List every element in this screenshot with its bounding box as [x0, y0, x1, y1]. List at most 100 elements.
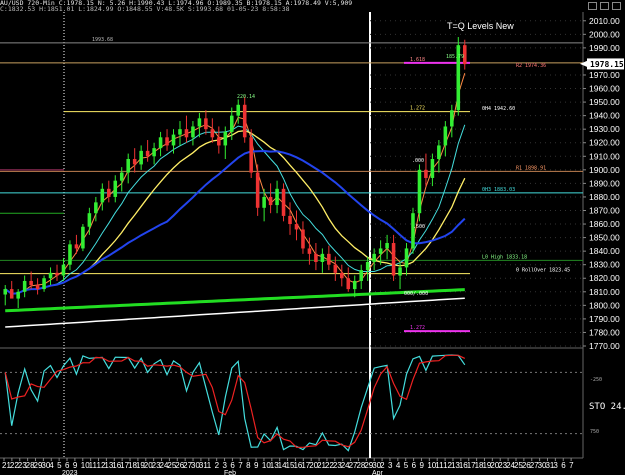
candle-body — [275, 188, 279, 206]
time-tick-label: 6 — [561, 461, 566, 470]
level-label: L0 High 1833.18 — [482, 254, 527, 260]
time-tick-label: 3 — [388, 461, 393, 470]
price-tick-label: 1900.00 — [589, 165, 620, 175]
candle-body — [107, 188, 111, 197]
candle-body — [314, 253, 318, 262]
candle-body — [307, 248, 312, 254]
candle-body — [294, 224, 299, 230]
candle-body — [404, 248, 409, 268]
candle-body — [385, 243, 389, 249]
price-tick-label: 1990.00 — [589, 43, 620, 53]
current-price-label: 1978.15 — [590, 60, 624, 69]
minimize-icon[interactable] — [588, 2, 597, 10]
candle-body — [35, 285, 40, 290]
price-tick-label: 1940.00 — [589, 111, 620, 121]
price-tick-label: 1810.00 — [589, 287, 620, 297]
price-tick-label: 2000.00 — [589, 29, 620, 39]
candle-body — [119, 172, 124, 181]
peak-annotation-1: 220.14 — [237, 94, 255, 100]
price-tick-label: 1880.00 — [589, 192, 620, 202]
candle-body — [81, 226, 85, 249]
price-tick-label: 1910.00 — [589, 151, 620, 161]
level-label: 1.272 — [410, 106, 425, 112]
candle-body — [223, 131, 228, 146]
sto-level-lower: 750 — [590, 429, 599, 435]
fib-mark-500: .500 — [413, 224, 425, 230]
candle-body — [281, 188, 286, 216]
level-label: 1.272 — [410, 325, 425, 331]
candle-body — [9, 289, 14, 299]
candle-body — [184, 129, 189, 138]
candle-body — [178, 129, 182, 135]
candle-body — [55, 272, 59, 276]
time-tick-label: 4 — [396, 461, 401, 470]
time-month-label: 2023 — [62, 470, 78, 475]
price-tick-label: 1950.00 — [589, 97, 620, 107]
price-tick-label: 1840.00 — [589, 246, 620, 256]
candle-body — [398, 267, 402, 276]
time-month-label: Apr — [372, 470, 384, 475]
sto-level-upper: -250 — [590, 377, 602, 383]
study-title: T=Q Levels New — [447, 21, 514, 31]
price-tick-label: 1820.00 — [589, 273, 620, 283]
level-label: 0H4 1942.60 — [482, 106, 515, 112]
time-tick-label: 1 — [207, 461, 212, 470]
time-tick-label: 6 — [65, 461, 70, 470]
time-tick-label: 7 — [569, 461, 574, 470]
level-label: R1 1898.91 — [516, 165, 546, 171]
window-controls[interactable] — [588, 2, 621, 10]
candle-body — [437, 145, 441, 159]
candle-body — [365, 261, 370, 271]
candle-body — [210, 129, 215, 138]
close-icon[interactable] — [612, 2, 621, 10]
peak-annotation-2: 185.79 — [446, 54, 464, 60]
candle-body — [346, 278, 351, 290]
candle-body — [204, 118, 208, 130]
price-tick-label: 1970.00 — [589, 70, 620, 80]
candle-body — [87, 213, 92, 227]
symbol-subheader-line: C:1832.53 H:1851.01 L:1824.99 O:1848.55 … — [0, 5, 290, 13]
candle-body — [74, 244, 79, 249]
level-label: 1993.68 — [92, 37, 113, 43]
candle-body — [152, 148, 156, 157]
candle-body — [411, 213, 415, 249]
candle-body — [132, 158, 137, 165]
candle-body — [417, 169, 422, 214]
candle-body — [249, 137, 253, 173]
chart-canvas[interactable]: 1993.681.618R2 1974.361.272 0H4 1942.60R1… — [0, 0, 625, 475]
candle-body — [48, 272, 53, 279]
time-tick-label: 9 — [254, 461, 259, 470]
time-tick-label: 2 — [380, 461, 385, 470]
candle-body — [29, 280, 33, 286]
symbol-header: AU/USD 720-Min C:1978.15 N: 5.26 H:1990.… — [0, 0, 560, 12]
fib-mark-000: .000 — [412, 158, 424, 164]
price-tick-label: 1920.00 — [589, 138, 620, 148]
time-tick-label: 7 — [238, 461, 243, 470]
candle-body — [443, 126, 448, 146]
price-tick-label: 1960.00 — [589, 84, 620, 94]
candle-body — [94, 202, 98, 214]
price-tick-label: 1780.00 — [589, 327, 620, 337]
price-tick-label: 1890.00 — [589, 178, 620, 188]
time-tick-label: 6 — [412, 461, 417, 470]
candle-body — [197, 118, 202, 127]
price-tick-label: 1860.00 — [589, 219, 620, 229]
candle-body — [327, 253, 331, 265]
candle-body — [16, 291, 20, 299]
time-tick-label: 3 — [223, 461, 228, 470]
candle-body — [424, 169, 428, 178]
candle-body — [61, 264, 66, 276]
time-tick-label: 9 — [73, 461, 78, 470]
candle-body — [430, 158, 435, 178]
maximize-icon[interactable] — [600, 2, 609, 10]
candle-body — [255, 172, 260, 208]
price-tick-label: 1930.00 — [589, 124, 620, 134]
time-month-label: Feb — [224, 470, 236, 475]
time-tick-label: 6 — [230, 461, 235, 470]
candle-body — [126, 158, 130, 173]
candle-body — [68, 244, 72, 265]
candle-body — [139, 150, 143, 165]
chart-background — [0, 0, 625, 475]
candle-body — [22, 280, 27, 292]
candle-body — [113, 180, 118, 197]
